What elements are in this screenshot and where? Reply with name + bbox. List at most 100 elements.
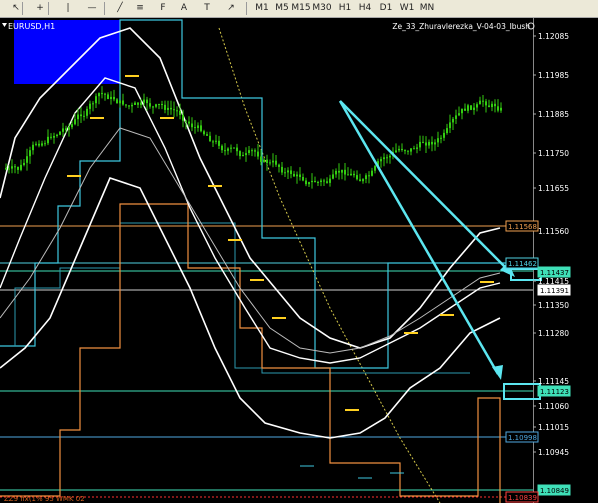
cursor-icon[interactable]: ↖ [9, 1, 23, 15]
period-h1[interactable]: H1 [336, 1, 354, 15]
candle-body [191, 123, 193, 128]
candle-body [404, 150, 406, 152]
text-icon[interactable]: A [177, 1, 191, 15]
candle-body [137, 102, 139, 105]
candle-body [389, 155, 391, 158]
candle-body [485, 101, 487, 106]
candle-body [314, 180, 316, 183]
period-d1[interactable]: D1 [377, 1, 395, 15]
period-m1[interactable]: M1 [253, 1, 271, 15]
candle-body [140, 102, 142, 105]
equidistant-channel-icon[interactable]: ≡ [133, 1, 147, 15]
candle-body [86, 108, 88, 116]
candle-body [95, 96, 97, 104]
candle-body [365, 175, 367, 180]
candle-body [311, 180, 313, 183]
candle-body [296, 174, 298, 177]
arrow-icon[interactable]: ↗ [224, 1, 238, 15]
candle-body [476, 104, 478, 108]
candle-body [11, 166, 13, 169]
candle-body [419, 141, 421, 148]
candle-body [245, 153, 247, 156]
candle-body [479, 100, 481, 105]
candle-body [284, 172, 286, 174]
candle-body [119, 100, 121, 104]
crosshair-icon[interactable]: + [33, 1, 47, 15]
candle-body [440, 137, 442, 139]
candle-body [65, 128, 67, 130]
price-tick-label: 1.11655 [538, 184, 569, 193]
candle-body [398, 148, 400, 151]
candle-body [410, 148, 412, 152]
price-level-label: 1.11123 [540, 388, 569, 396]
candle-body [107, 94, 109, 99]
chart-area[interactable]: EURUSD,H1 Ze_33_Zhuravlerezka_V-04-03_Ibu… [0, 18, 598, 503]
candle-body [89, 103, 91, 109]
candle-body [218, 140, 220, 146]
price-tick-label: 1.11015 [538, 423, 569, 432]
candle-body [494, 103, 496, 107]
price-tick-label: 1.11750 [538, 149, 569, 158]
price-tick-label: 1.11985 [538, 71, 569, 80]
period-m15[interactable]: M15 [291, 1, 310, 15]
price-tick-label: 1.12085 [538, 32, 569, 41]
candle-body [350, 173, 352, 176]
candle-body [212, 141, 214, 143]
price-chart[interactable]: EURUSD,H1 Ze_33_Zhuravlerezka_V-04-03_Ibu… [0, 18, 598, 503]
candle-body [497, 106, 499, 111]
candle-body [272, 160, 274, 163]
candle-body [92, 103, 94, 105]
price-tick-label: 1.11350 [538, 301, 569, 310]
candle-body [407, 150, 409, 152]
candle-body [179, 110, 181, 115]
candle-body [53, 136, 55, 138]
arrow-head [492, 365, 503, 380]
candle-body [71, 124, 73, 128]
candle-body [470, 105, 472, 110]
price-level-label: 1.11568 [508, 223, 537, 231]
inner-band [0, 127, 501, 354]
candle-body [176, 110, 178, 112]
candle-body [47, 136, 49, 144]
candle-body [338, 170, 340, 173]
text-label-icon[interactable]: T [200, 1, 214, 15]
candle-body [455, 115, 457, 119]
candle-body [260, 156, 262, 162]
candle-body [446, 128, 448, 133]
candle-body [362, 179, 364, 182]
candle-body [308, 182, 310, 185]
candle-body [149, 103, 151, 107]
candle-body [383, 157, 385, 160]
candle-body [380, 159, 382, 162]
fibonacci-icon[interactable]: F [156, 1, 170, 15]
candle-body [425, 142, 427, 146]
vertical-line-icon[interactable]: | [61, 1, 75, 15]
period-mn[interactable]: MN [418, 1, 436, 15]
candle-body [164, 104, 166, 110]
price-tick-label: 1.11280 [538, 329, 569, 338]
candle-body [128, 105, 130, 107]
period-m30[interactable]: M30 [312, 1, 331, 15]
candle-body [26, 156, 28, 163]
candle-body [491, 103, 493, 107]
period-h4[interactable]: H4 [356, 1, 374, 15]
price-level-label: 1.11391 [540, 287, 569, 295]
dropdown-icon [2, 23, 7, 27]
candle-body [122, 100, 124, 105]
candle-body [461, 108, 463, 114]
candle-body [371, 170, 373, 176]
zigzag-label: ZZ9 fix(1% 95 WMK 02 [4, 495, 85, 503]
candle-body [464, 108, 466, 111]
trendline-icon[interactable]: ╱ [113, 1, 127, 15]
period-m5[interactable]: M5 [273, 1, 291, 15]
candle-body [374, 166, 376, 171]
horizontal-line-icon[interactable]: — [85, 1, 99, 15]
candle-body [413, 148, 415, 150]
candle-body [32, 144, 34, 151]
candle-body [320, 180, 322, 182]
candle-body [236, 147, 238, 152]
period-w1[interactable]: W1 [398, 1, 416, 15]
candle-body [44, 143, 46, 145]
candle-body [263, 159, 265, 162]
candle-body [143, 99, 145, 103]
